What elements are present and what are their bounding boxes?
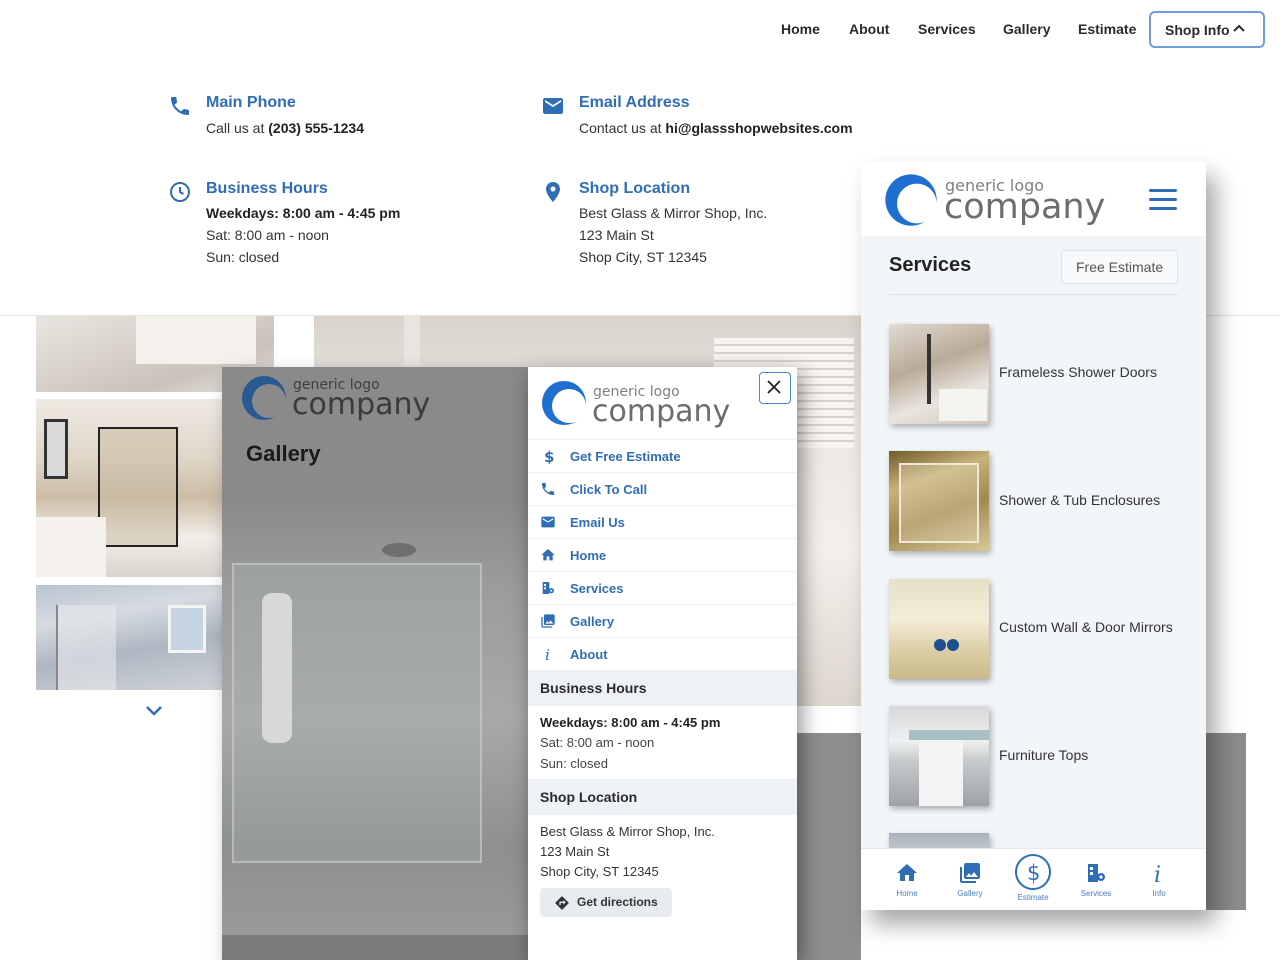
bottom-navigation: Home Gallery $ Estimate Services i Info <box>861 848 1206 910</box>
dollar-icon: $ <box>1027 861 1040 884</box>
location-title: Shop Location <box>579 180 691 197</box>
menu-section-business-hours: Business Hours <box>528 670 797 706</box>
menu-hours-saturday: Sat: 8:00 am - noon <box>540 735 655 750</box>
close-menu-button[interactable] <box>759 372 791 404</box>
menu-item-services[interactable]: Services <box>528 571 797 604</box>
email-line: Contact us at hi@glassshopwebsites.com <box>579 120 853 136</box>
main-phone-line: Call us at (203) 555-1234 <box>206 120 364 136</box>
services-phone-header: generic logo company <box>861 162 1206 236</box>
bottom-nav-gallery[interactable]: Gallery <box>940 849 1000 910</box>
svg-text:$: $ <box>1027 861 1040 884</box>
phone-number[interactable]: (203) 555-1234 <box>268 120 364 136</box>
menu-item-click-to-call[interactable]: Click To Call <box>528 472 797 505</box>
hours-weekdays: Weekdays: 8:00 am - 4:45 pm <box>206 205 401 221</box>
nav-gallery[interactable]: Gallery <box>1003 21 1050 37</box>
menu-item-about[interactable]: i About <box>528 637 797 670</box>
info-icon: i <box>1154 863 1161 885</box>
gallery-icon <box>541 614 555 628</box>
gallery-phone-header: generic logo company Gallery <box>222 367 528 503</box>
shop-info-button[interactable]: Shop Info <box>1149 11 1265 48</box>
service-custom-wall-door-mirrors[interactable]: Custom Wall & Door Mirrors <box>999 619 1173 635</box>
services-title: Services <box>889 254 972 276</box>
location-pin-icon <box>546 182 560 202</box>
email-title: Email Address <box>579 94 690 111</box>
gallery-title: Gallery <box>246 441 321 466</box>
info-icon: i <box>545 646 550 662</box>
svg-text:i: i <box>545 646 550 662</box>
top-navigation: Home About Services Gallery Estimate Sho… <box>0 0 1280 60</box>
service-thumb-enclosures[interactable] <box>889 451 989 551</box>
get-directions-button[interactable]: Get directions <box>540 888 672 917</box>
service-furniture-tops[interactable]: Furniture Tops <box>999 747 1088 763</box>
services-icon <box>542 582 554 594</box>
company-logo[interactable]: generic logo company <box>883 170 1123 230</box>
divider <box>889 294 1178 295</box>
menu-location-street: 123 Main St <box>540 844 610 859</box>
hamburger-menu-icon[interactable] <box>1149 189 1177 211</box>
gallery-phone-photo <box>222 503 528 935</box>
dollar-icon: $ <box>544 448 554 464</box>
svg-text:$: $ <box>544 448 554 464</box>
bottom-nav-info[interactable]: i Info <box>1129 849 1189 910</box>
logo-swoosh-icon <box>885 174 937 226</box>
service-frameless-shower-doors[interactable]: Frameless Shower Doors <box>999 364 1157 380</box>
nav-services[interactable]: Services <box>918 21 976 37</box>
directions-icon <box>555 896 569 910</box>
mail-icon <box>543 98 563 114</box>
logo-swoosh-icon <box>242 376 286 420</box>
menu-location-name: Best Glass & Mirror Shop, Inc. <box>540 824 715 839</box>
email-address[interactable]: hi@glassshopwebsites.com <box>665 120 852 136</box>
shadow-overlay <box>1206 733 1246 910</box>
location-city: Shop City, ST 12345 <box>579 249 707 265</box>
clock-icon <box>170 182 190 202</box>
svg-text:i: i <box>1154 863 1161 885</box>
services-icon <box>1088 864 1105 882</box>
bottom-nav-estimate[interactable]: $ Estimate <box>1003 849 1063 910</box>
menu-item-home[interactable]: Home <box>528 538 797 571</box>
gallery-thumb-2[interactable] <box>36 399 222 577</box>
menu-section-shop-location: Shop Location <box>528 779 797 815</box>
gallery-icon <box>960 863 980 883</box>
menu-item-email-us[interactable]: Email Us <box>528 505 797 538</box>
services-phone-mockup: generic logo company Services Free Estim… <box>861 162 1206 910</box>
service-thumb-furniture[interactable] <box>889 706 989 806</box>
shop-info-label: Shop Info <box>1165 22 1230 38</box>
menu-item-free-estimate[interactable]: $ Get Free Estimate <box>528 439 797 472</box>
home-icon <box>897 864 917 881</box>
estimate-circle: $ <box>1015 854 1051 890</box>
free-estimate-button[interactable]: Free Estimate <box>1061 250 1178 284</box>
phone-icon <box>171 97 189 115</box>
location-name: Best Glass & Mirror Shop, Inc. <box>579 205 768 221</box>
phone-icon <box>542 483 554 495</box>
service-thumb-frameless[interactable] <box>889 324 989 424</box>
bottom-nav-services[interactable]: Services <box>1066 849 1126 910</box>
chevron-down-icon[interactable] <box>145 705 163 717</box>
main-phone-title: Main Phone <box>206 94 296 111</box>
chevron-up-icon <box>1233 24 1245 32</box>
shadow-overlay <box>797 733 861 960</box>
logo-swoosh-icon <box>542 381 586 425</box>
location-street: 123 Main St <box>579 227 654 243</box>
gallery-thumb-3[interactable] <box>36 585 222 690</box>
service-shower-tub-enclosures[interactable]: Shower & Tub Enclosures <box>999 492 1160 508</box>
nav-home[interactable]: Home <box>781 21 820 37</box>
menu-item-gallery[interactable]: Gallery <box>528 604 797 637</box>
nav-estimate[interactable]: Estimate <box>1078 21 1136 37</box>
company-logo[interactable]: generic logo company <box>540 379 740 434</box>
hours-sunday: Sun: closed <box>206 249 280 265</box>
home-icon <box>541 549 555 561</box>
menu-hours-sunday: Sun: closed <box>540 756 608 771</box>
company-logo[interactable]: generic logo company <box>240 372 440 427</box>
nav-about[interactable]: About <box>849 21 889 37</box>
bottom-nav-home[interactable]: Home <box>877 849 937 910</box>
menu-location-city: Shop City, ST 12345 <box>540 864 659 879</box>
close-icon <box>767 380 781 394</box>
gallery-phone-mockup: generic logo company Gallery <box>222 367 528 960</box>
hours-title: Business Hours <box>206 180 328 197</box>
service-thumb-mirrors[interactable] <box>889 579 989 679</box>
side-menu-drawer: generic logo company $ Get Free Estimate… <box>528 367 797 960</box>
hours-saturday: Sat: 8:00 am - noon <box>206 227 329 243</box>
menu-hours-weekdays: Weekdays: 8:00 am - 4:45 pm <box>540 715 721 730</box>
mail-icon <box>541 516 555 528</box>
